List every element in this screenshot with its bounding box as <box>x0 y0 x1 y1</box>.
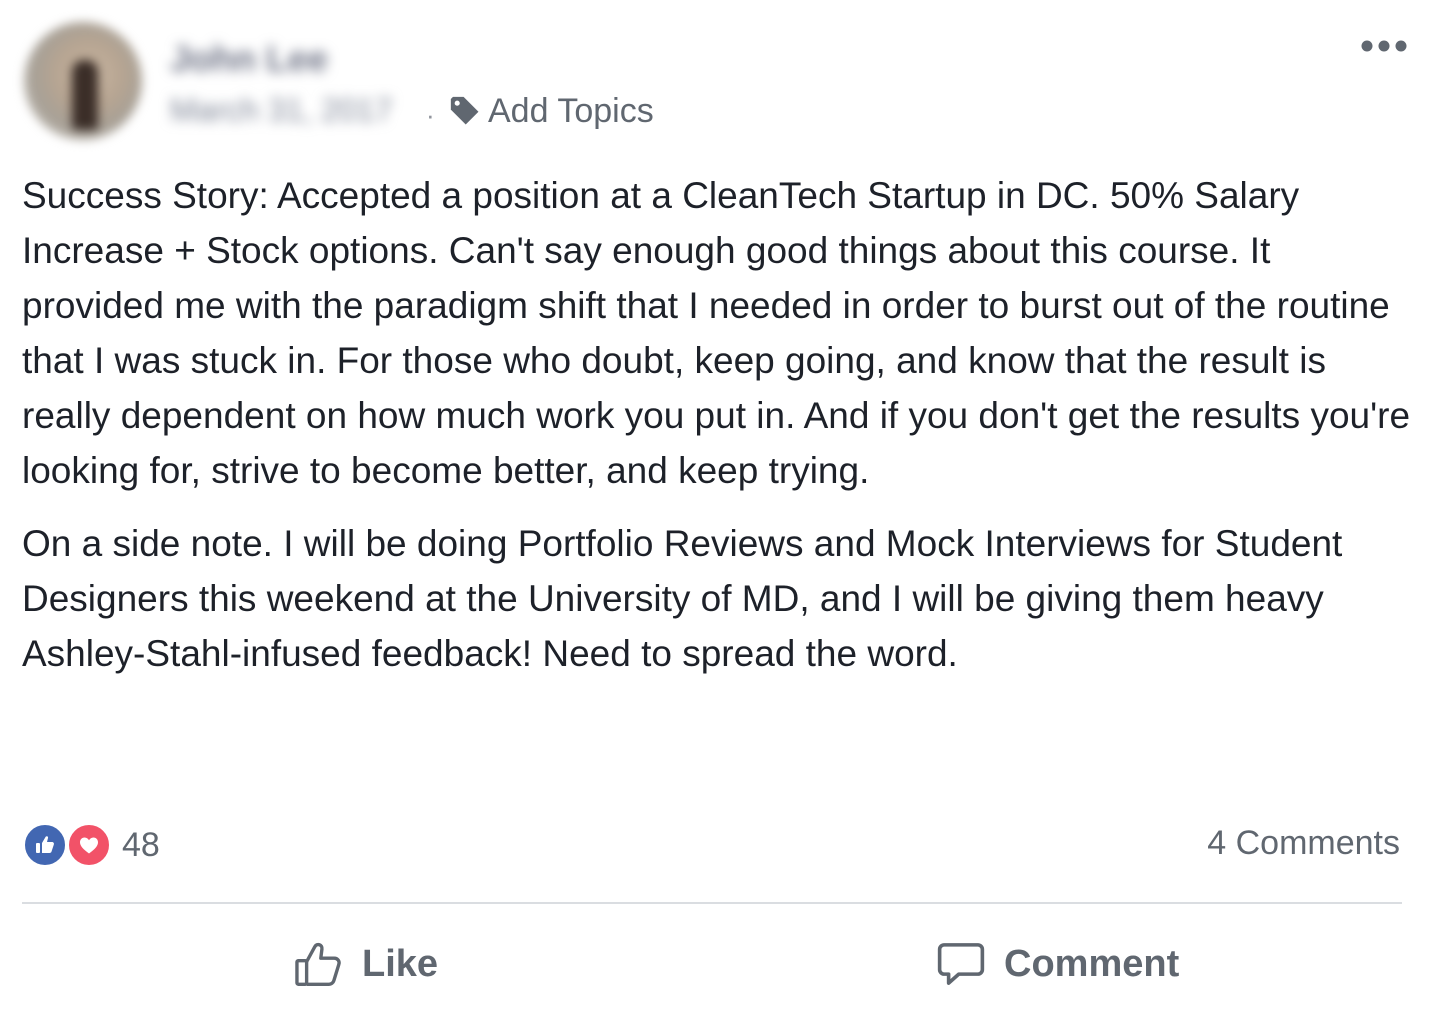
comment-button[interactable]: Comment <box>934 932 1179 996</box>
like-label: Like <box>362 942 439 985</box>
meta-separator: · <box>426 100 435 130</box>
post-card: John Lee March 31, 2017 · Add Topics Suc… <box>0 0 1430 1020</box>
speech-bubble-icon <box>934 937 988 991</box>
like-reaction-icon <box>22 822 68 868</box>
more-options-icon <box>1360 39 1408 58</box>
post-timestamp[interactable]: March 31, 2017 <box>170 92 392 129</box>
add-topics-button[interactable]: Add Topics <box>448 90 654 132</box>
comment-label: Comment <box>1004 942 1180 985</box>
author-name[interactable]: John Lee <box>170 38 328 80</box>
author-avatar[interactable] <box>24 22 142 140</box>
tag-icon <box>448 94 482 128</box>
thumbs-up-icon <box>292 937 346 991</box>
reactions-summary[interactable]: 48 <box>22 820 160 870</box>
divider <box>22 902 1402 904</box>
more-options-button[interactable] <box>1356 30 1412 66</box>
add-topics-label: Add Topics <box>488 91 654 130</box>
reaction-count: 48 <box>122 825 160 864</box>
post-paragraph: Success Story: Accepted a position at a … <box>22 175 1411 491</box>
like-button[interactable]: Like <box>292 932 438 996</box>
post-paragraph: On a side note. I will be doing Portfoli… <box>22 523 1343 674</box>
comments-count-link[interactable]: 4 Comments <box>1207 824 1400 863</box>
post-body: Success Story: Accepted a position at a … <box>22 168 1414 681</box>
love-reaction-icon <box>66 822 112 868</box>
